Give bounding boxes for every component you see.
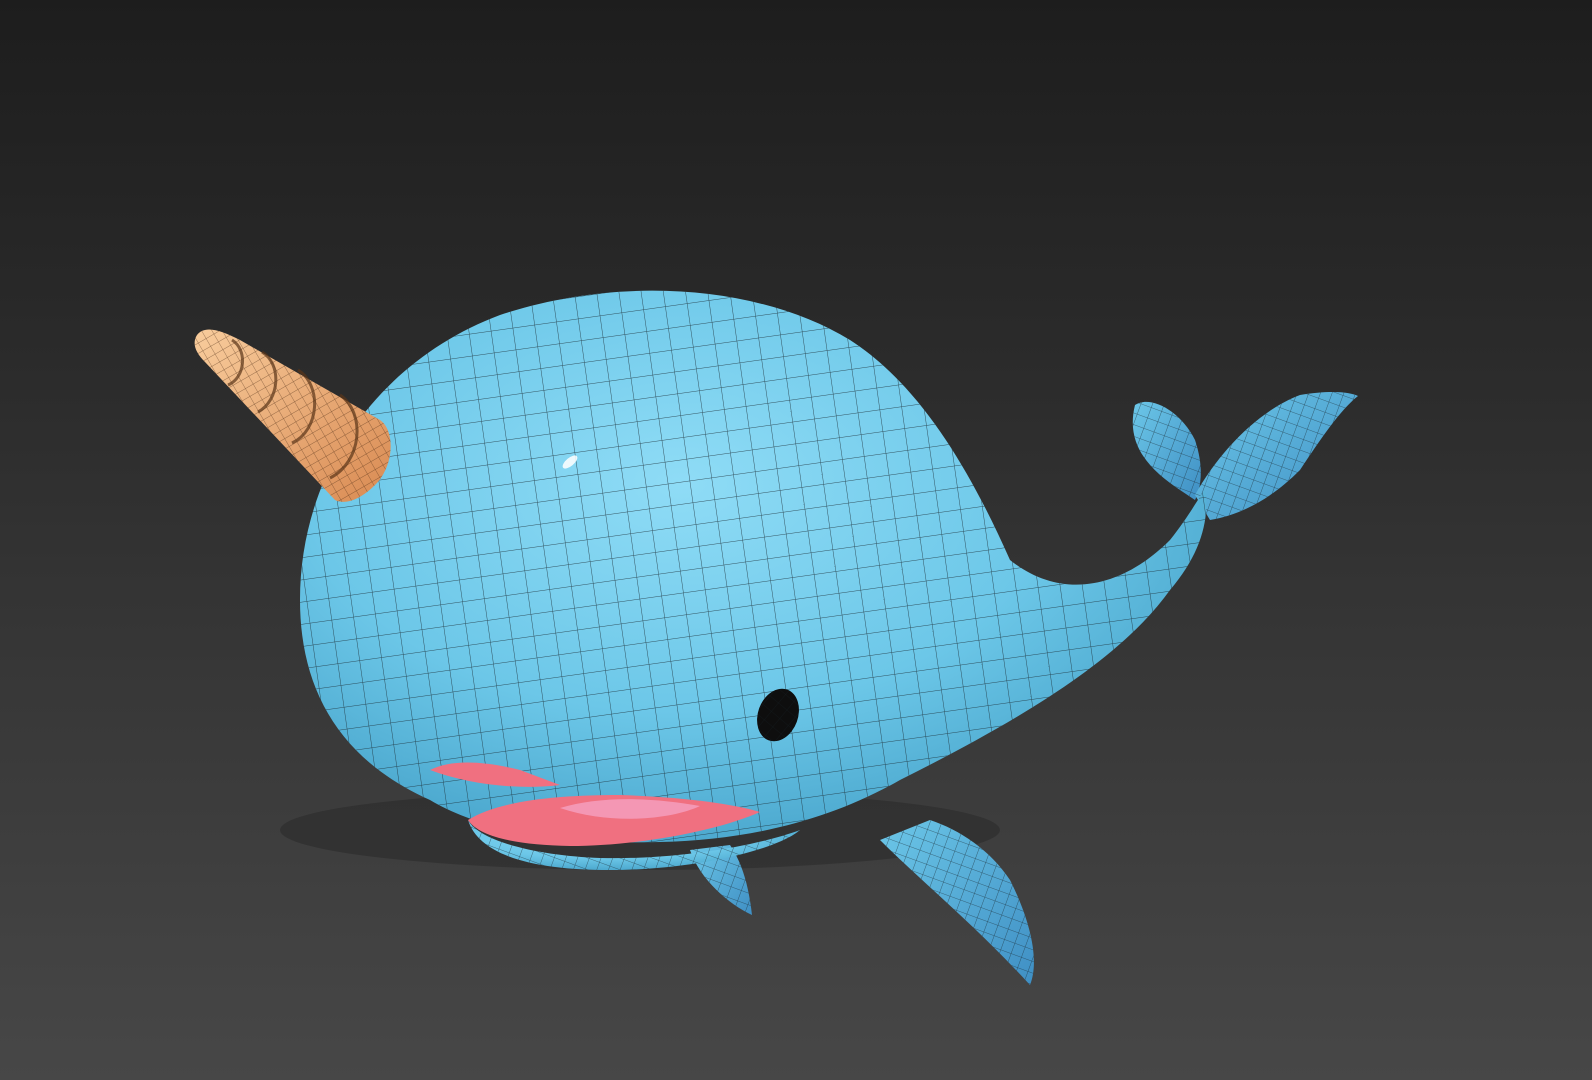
narwhal-model[interactable] (0, 0, 1592, 1080)
tail-flukes (1132, 392, 1358, 520)
3d-viewport[interactable] (0, 0, 1592, 1080)
narwhal-body (300, 290, 1207, 843)
pectoral-fin-front (880, 820, 1034, 985)
narwhal-horn (194, 329, 391, 502)
